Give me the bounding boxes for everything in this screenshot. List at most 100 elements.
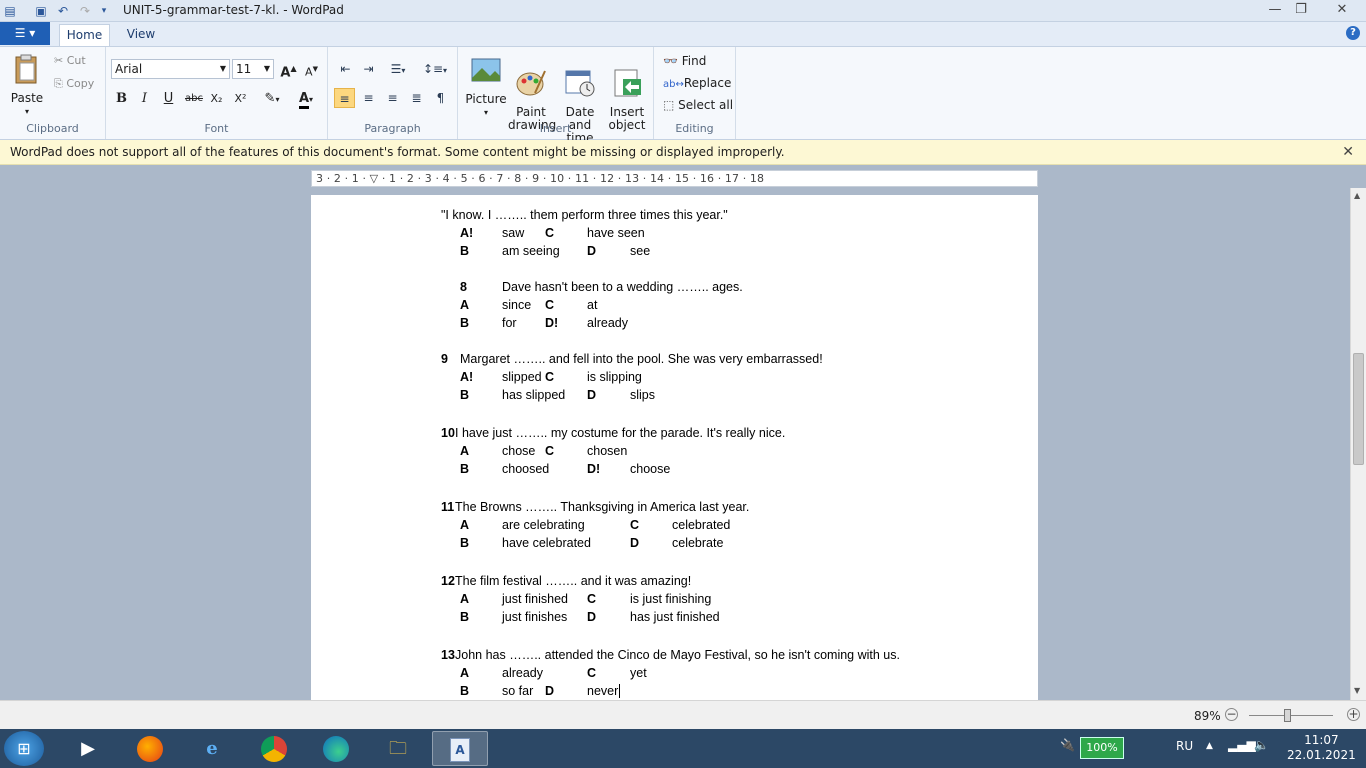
paste-label: Paste	[10, 91, 44, 105]
wordpad-app-icon[interactable]: ▤	[2, 3, 18, 19]
paragraph-settings-button[interactable]: ¶	[430, 88, 451, 108]
align-center-button[interactable]: ≡	[358, 88, 379, 108]
increase-indent-button[interactable]: ⇥	[358, 59, 379, 79]
picture-label: Picture	[465, 92, 507, 106]
tab-home[interactable]: Home	[59, 24, 110, 46]
zoom-slider-thumb[interactable]	[1284, 709, 1291, 722]
paragraph-group-label: Paragraph	[364, 122, 421, 135]
device-icon[interactable]: 🔌	[1060, 738, 1075, 752]
wordpad-taskbar-icon[interactable]: A	[432, 731, 488, 766]
infobar-close-button[interactable]: ✕	[1342, 140, 1354, 164]
strikethrough-button[interactable]: abc	[182, 89, 206, 109]
clock[interactable]: 11:07 22.01.2021	[1287, 733, 1356, 763]
italic-button[interactable]: I	[134, 89, 155, 109]
indent-icon: ⇥	[363, 62, 374, 76]
font-family-value: Arial	[115, 62, 143, 76]
minimize-button[interactable]: —	[1262, 1, 1288, 19]
network-icon[interactable]: ▂▄▆	[1228, 738, 1256, 752]
clock-time: 11:07	[1304, 733, 1339, 747]
grow-font-button[interactable]: A▲	[278, 59, 299, 81]
ruler[interactable]: 3 · 2 · 1 · ▽ · 1 · 2 · 3 · 4 · 5 · 6 · …	[311, 170, 1038, 187]
vertical-scrollbar[interactable]: ▲ ▼	[1350, 188, 1366, 700]
font-color-button[interactable]: A▾	[290, 89, 322, 109]
superscript-button[interactable]: X²	[230, 89, 251, 109]
scroll-up-icon[interactable]: ▲	[1354, 191, 1360, 200]
file-menu-button[interactable]: ☰ ▾	[0, 22, 50, 45]
replace-button[interactable]: ab↔Replace	[663, 76, 731, 90]
select-all-label: Select all	[678, 98, 734, 112]
media-player-icon[interactable]: ▶	[60, 731, 116, 766]
zoom-out-button[interactable]: −	[1225, 708, 1238, 721]
maximize-button[interactable]: ❐	[1288, 1, 1314, 19]
tab-view[interactable]: View	[119, 24, 163, 46]
align-right-icon: ≡	[387, 91, 398, 105]
close-button[interactable]: ✕	[1322, 1, 1362, 19]
customize-toolbar-icon[interactable]: ▾	[96, 3, 112, 19]
show-hidden-icons[interactable]: ▲	[1206, 741, 1213, 751]
outdent-icon: ⇤	[340, 62, 351, 76]
ribbon-tabs: ☰ ▾ Home View ?	[0, 22, 1366, 46]
select-all-button[interactable]: ⬚ Select all	[663, 98, 733, 112]
save-icon[interactable]: ▣	[33, 3, 49, 19]
highlight-button[interactable]: ✎▾	[256, 89, 288, 109]
bold-button[interactable]: B	[111, 89, 132, 109]
clock-date: 22.01.2021	[1287, 748, 1356, 762]
scissors-icon: ✂	[54, 54, 64, 67]
decrease-indent-button[interactable]: ⇤	[335, 59, 356, 79]
justify-button[interactable]: ≣	[406, 88, 427, 108]
document-area[interactable]: "I know. I …….. them perform three times…	[0, 188, 1350, 700]
shrink-font-icon: A	[305, 65, 313, 79]
compatibility-infobar: WordPad does not support all of the feat…	[0, 140, 1366, 165]
bullets-button[interactable]: ☰▾	[383, 59, 413, 79]
zoom-slider-track[interactable]	[1249, 715, 1333, 716]
copy-icon: ⎘	[54, 77, 63, 90]
copy-button[interactable]: ⎘ Copy	[54, 77, 94, 91]
find-button[interactable]: 👓 Find	[663, 54, 706, 68]
picture-button[interactable]: Picture ▾	[465, 54, 507, 119]
firefox-icon[interactable]	[122, 731, 178, 766]
align-left-icon: ≡	[339, 92, 350, 106]
align-right-button[interactable]: ≡	[382, 88, 403, 108]
file-explorer-icon[interactable]: 🗀	[370, 731, 426, 766]
font-family-select[interactable]: Arial ▼	[111, 59, 230, 79]
edge-icon[interactable]	[308, 731, 364, 766]
redo-icon[interactable]: ↷	[77, 3, 93, 19]
ribbon: Paste ▾ ✂ Cut ⎘ Copy Clipboard Arial ▼ 11…	[0, 46, 1366, 145]
undo-icon[interactable]: ↶	[55, 3, 71, 19]
language-indicator[interactable]: RU	[1176, 739, 1193, 753]
calendar-clock-icon	[565, 70, 595, 97]
copy-label: Copy	[66, 77, 95, 90]
underline-button[interactable]: U	[158, 89, 179, 109]
start-button[interactable]: ⊞	[4, 731, 44, 766]
shrink-font-button[interactable]: A▼	[301, 59, 322, 79]
scroll-thumb[interactable]	[1353, 353, 1364, 465]
line-spacing-icon: ↕≡	[422, 62, 444, 76]
internet-explorer-icon[interactable]: e	[184, 731, 240, 766]
scroll-down-icon[interactable]: ▼	[1354, 686, 1360, 695]
chevron-down-icon: ▼	[219, 64, 226, 73]
zoom-in-button[interactable]: +	[1347, 708, 1360, 721]
editing-group-label: Editing	[675, 122, 714, 135]
picture-icon	[471, 58, 501, 82]
object-icon	[614, 69, 641, 97]
clipboard-group-label: Clipboard	[26, 122, 79, 135]
align-left-button[interactable]: ≡	[334, 88, 355, 108]
document-page[interactable]: "I know. I …….. them perform three times…	[311, 195, 1038, 700]
line-spacing-button[interactable]: ↕≡▾	[420, 59, 450, 79]
text-caret: never	[587, 684, 621, 698]
grow-font-icon: A	[280, 65, 291, 81]
chrome-icon[interactable]	[246, 731, 302, 766]
battery-indicator[interactable]: 100%	[1080, 737, 1124, 759]
volume-icon[interactable]: 🔈	[1254, 738, 1269, 752]
cut-button[interactable]: ✂ Cut	[54, 54, 86, 67]
zoom-level: 89%	[1194, 709, 1221, 723]
justify-icon: ≣	[411, 91, 422, 105]
font-group-label: Font	[204, 122, 229, 135]
title-bar: ▤ ▣ ↶ ↷ ▾ UNIT-5-grammar-test-7-kl. - Wo…	[0, 0, 1366, 22]
help-icon[interactable]: ?	[1346, 26, 1360, 40]
paste-button[interactable]: Paste ▾	[8, 53, 46, 118]
ruler-marks: 3 · 2 · 1 · ▽ · 1 · 2 · 3 · 4 · 5 · 6 · …	[316, 172, 765, 185]
infobar-message: WordPad does not support all of the feat…	[10, 145, 785, 159]
font-size-select[interactable]: 11 ▼	[232, 59, 274, 79]
subscript-button[interactable]: X₂	[206, 89, 227, 109]
